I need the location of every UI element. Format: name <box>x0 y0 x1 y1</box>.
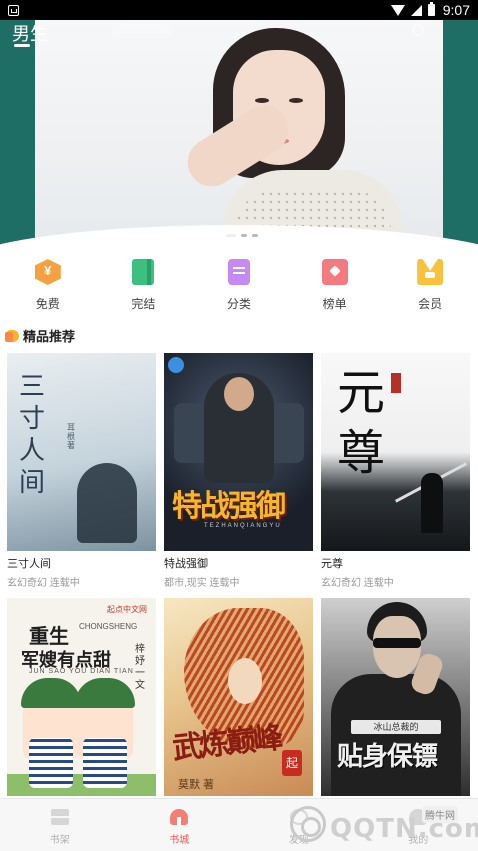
book-meta: 玄幻奇幻 连载中 <box>7 578 80 589</box>
book-card[interactable]: 三寸人间 耳根 著 三寸人间 玄幻奇幻 连载中 <box>7 353 156 589</box>
cover-author: 耳根 著 <box>67 423 75 450</box>
book-cover[interactable]: 三寸人间 耳根 著 <box>7 353 156 551</box>
finished-book-icon <box>132 259 155 285</box>
cover-figure <box>83 738 127 788</box>
cover-subtitle: 冰山总裁的 <box>351 720 441 734</box>
wifi-icon <box>390 4 405 16</box>
cover-figure <box>21 678 81 708</box>
book-cover[interactable]: 起点中文网 重生 CHONGSHENG 军嫂有点甜 JUN SAO YOU DI… <box>7 598 156 796</box>
publisher-logo-icon <box>168 357 184 373</box>
cover-title: 元尊 <box>337 365 386 481</box>
book-cover[interactable]: 元尊 <box>321 353 470 551</box>
nav-label: 书架 <box>49 835 70 846</box>
cover-subtitle: JUN SAO YOU DIAN TIAN <box>29 668 134 675</box>
category-vip[interactable]: 会员 <box>382 255 478 315</box>
carousel-dot <box>241 234 247 237</box>
carousel-indicator <box>226 234 258 237</box>
cover-subtitle: CHONGSHENG <box>79 622 138 631</box>
category-label: 完结 <box>131 297 156 311</box>
book-card[interactable]: 特战强御 TEZHANQIANGYU 特战强御 都市,现实 连载中 <box>164 353 313 589</box>
category-ranking[interactable]: 榜单 <box>287 255 383 315</box>
watermark-badge: 腾牛网 <box>422 806 458 823</box>
nav-bookstore[interactable]: 书城 <box>120 799 240 851</box>
status-bar: 9:07 <box>0 0 478 20</box>
ranking-icon <box>321 259 348 285</box>
book-meta: 玄幻奇幻 连载中 <box>321 578 394 589</box>
book-card[interactable]: 冰山总裁的 贴身保镖 <box>321 598 470 796</box>
nav-bookshelf[interactable]: 书架 <box>0 799 120 851</box>
category-icon <box>227 259 250 285</box>
cover-author: 莫默 著 <box>178 779 215 791</box>
signal-icon <box>410 4 422 16</box>
category-finished[interactable]: 完结 <box>96 255 192 315</box>
book-title[interactable]: 元尊 <box>321 555 470 571</box>
cover-logo: 起点中文网 <box>107 605 147 614</box>
cover-title: 贴身保镖 <box>337 742 438 772</box>
cover-figure <box>331 674 461 796</box>
book-cover[interactable]: 武炼巅峰 起 莫默 著 <box>164 598 313 796</box>
book-cover[interactable]: 特战强御 TEZHANQIANGYU <box>164 353 313 551</box>
free-coin-icon <box>34 259 61 285</box>
tab-indicator <box>14 44 30 47</box>
cover-title: 重生 <box>29 626 69 648</box>
cover-figure <box>421 473 443 533</box>
book-card[interactable]: 元尊 元尊 玄幻奇幻 连载中 <box>321 353 470 589</box>
category-label: 榜单 <box>322 297 347 311</box>
nav-label: 书城 <box>169 835 190 846</box>
bookshelf-icon <box>50 809 69 825</box>
book-card[interactable]: 起点中文网 重生 CHONGSHENG 军嫂有点甜 JUN SAO YOU DI… <box>7 598 156 796</box>
category-free[interactable]: 免费 <box>0 255 96 315</box>
sunglasses-icon <box>373 638 421 648</box>
cover-seal <box>391 373 401 393</box>
search-bar[interactable] <box>112 24 172 38</box>
cover-figure <box>29 738 73 788</box>
cover-title: 三寸人间 <box>19 372 46 498</box>
banner-carousel[interactable]: 男生 <box>0 20 478 245</box>
book-meta: 都市,现实 连载中 <box>164 578 240 589</box>
category-nav: 免费 完结 分类 榜单 会员 <box>0 255 478 315</box>
cover-figure <box>75 678 135 708</box>
cover-figure <box>224 377 254 411</box>
android-notification-icon <box>8 4 19 16</box>
banner-image[interactable] <box>35 20 443 241</box>
cover-title: 特战强御 <box>172 489 286 524</box>
status-time: 9:07 <box>442 2 470 18</box>
battery-icon <box>427 2 435 16</box>
carousel-dot <box>226 234 236 237</box>
book-card[interactable]: 武炼巅峰 起 莫默 著 <box>164 598 313 796</box>
book-cover[interactable]: 冰山总裁的 贴身保镖 <box>321 598 470 796</box>
section-title: 精品推荐 <box>23 329 76 344</box>
cover-subtitle: TEZHANQIANGYU <box>204 523 282 529</box>
cover-figure <box>228 658 262 704</box>
cover-figure <box>77 463 137 543</box>
carousel-dot <box>252 234 258 237</box>
category-label: 分类 <box>226 297 251 311</box>
tab-male[interactable]: 男生 <box>12 20 48 46</box>
search-icon[interactable] <box>412 24 424 36</box>
vip-crown-icon <box>417 259 444 285</box>
watermark: QQTN.com 腾牛网 <box>290 800 478 851</box>
category-label: 会员 <box>418 297 443 311</box>
category-classify[interactable]: 分类 <box>191 255 287 315</box>
book-title[interactable]: 特战强御 <box>164 555 313 571</box>
cover-title: 武炼巅峰 <box>170 720 282 767</box>
cover-author: 梓妤一文 <box>135 644 145 691</box>
recommend-icon <box>5 329 19 342</box>
section-header: 精品推荐 <box>5 326 76 345</box>
bookstore-icon <box>170 809 189 825</box>
category-label: 免费 <box>35 297 60 311</box>
watermark-logo-icon <box>290 806 326 842</box>
book-title[interactable]: 三寸人间 <box>7 555 156 571</box>
cover-stamp: 起 <box>282 750 302 776</box>
